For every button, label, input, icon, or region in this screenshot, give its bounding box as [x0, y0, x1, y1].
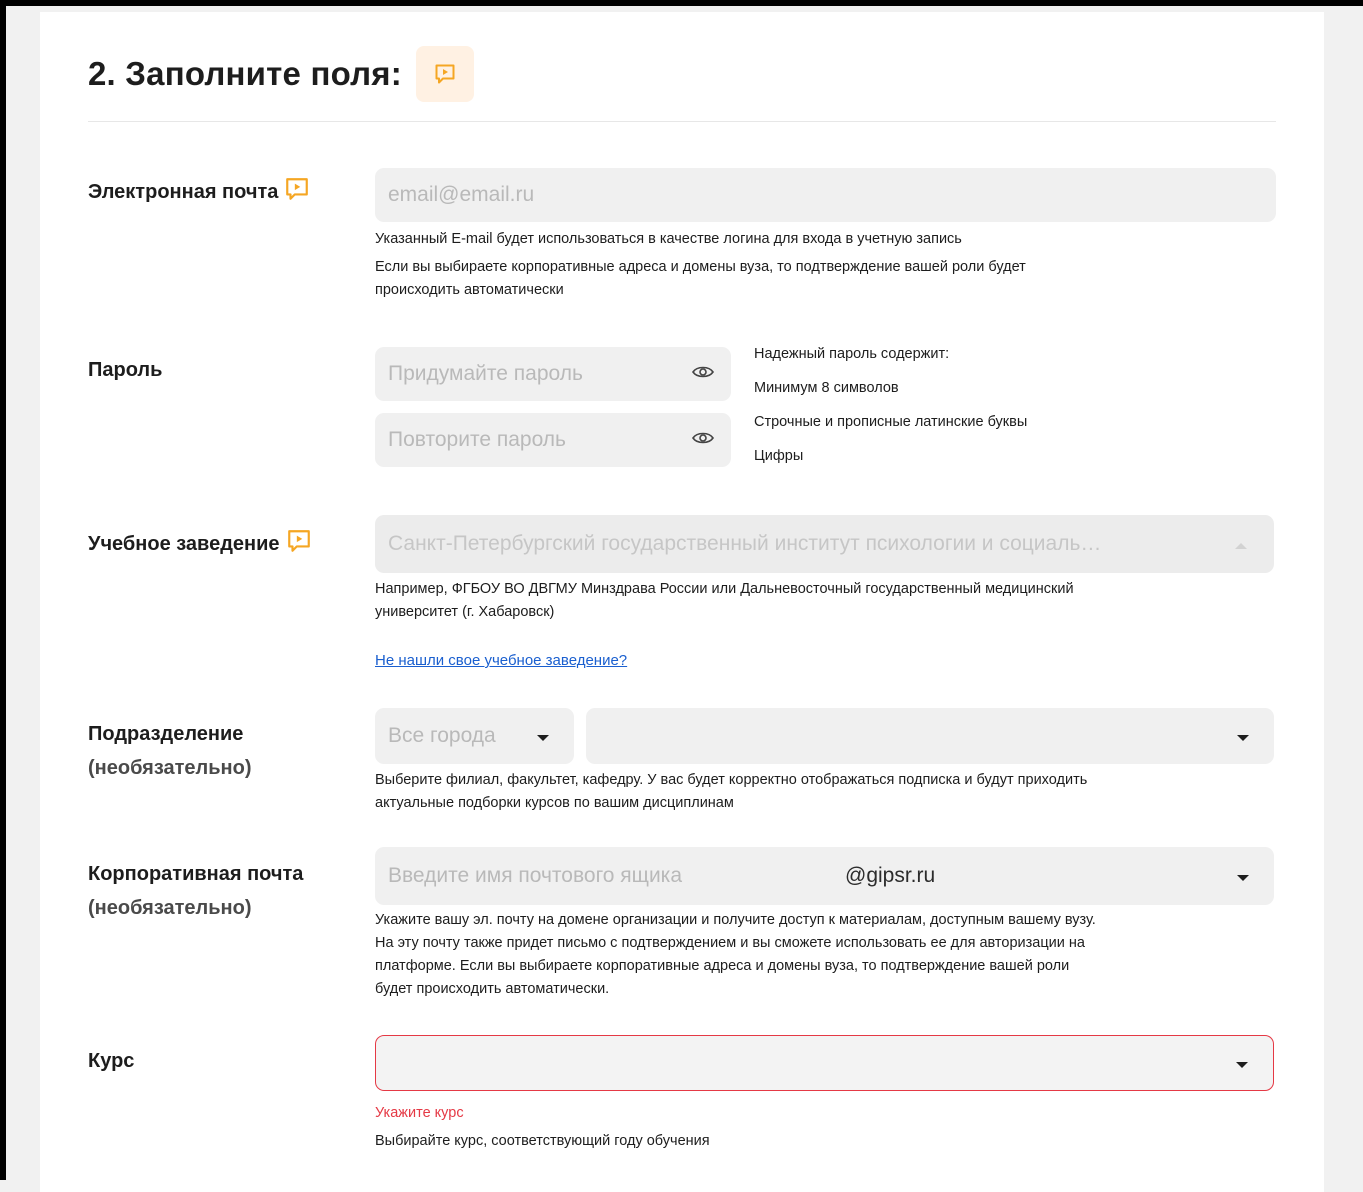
- chevron-down-icon: [1236, 724, 1250, 748]
- course-error: Укажите курс: [375, 1105, 464, 1121]
- division-label: Подразделение (необязательно): [88, 719, 252, 783]
- course-select[interactable]: [375, 1035, 1274, 1091]
- chevron-down-icon: [1235, 1051, 1249, 1075]
- email-domain-hint-1: Если вы выбираете корпоративные адреса и…: [375, 259, 1026, 275]
- corp-email-hint-3: платформе. Если вы выбираете корпоративн…: [375, 958, 1070, 974]
- institution-label: Учебное заведение: [88, 528, 312, 563]
- video-hint-icon[interactable]: [415, 46, 474, 102]
- corp-email-optional: (необязательно): [88, 897, 252, 919]
- registration-card: 2. Заполните поля: Электронная почта ema…: [40, 12, 1324, 1192]
- email-label: Электронная почта: [88, 176, 310, 211]
- chevron-down-icon: [536, 724, 550, 748]
- chevron-up-icon: [1234, 532, 1248, 556]
- password-rule: Минимум 8 символов: [754, 380, 899, 396]
- course-hint: Выбирайте курс, соответствующий году обу…: [375, 1133, 710, 1149]
- email-hint: Указанный E-mail будет использоваться в …: [375, 231, 962, 247]
- corp-email-domain-select[interactable]: @gipsr.ru: [845, 864, 935, 888]
- institution-hint-1: Например, ФГБОУ ВО ДВГМУ Минздрава Росси…: [375, 581, 1074, 597]
- corp-email-hint-2: На эту почту также придет письмо с подтв…: [375, 935, 1085, 951]
- corp-email-label: Корпоративная почта (необязательно): [88, 859, 303, 923]
- video-hint-icon[interactable]: [284, 176, 310, 211]
- password-repeat-input[interactable]: Повторите пароль: [375, 413, 731, 467]
- institution-select[interactable]: Санкт-Петербургский государственный инст…: [375, 515, 1274, 573]
- chevron-down-icon: [1236, 864, 1250, 888]
- course-label: Курс: [88, 1050, 135, 1072]
- division-optional: (необязательно): [88, 757, 252, 779]
- section-header: 2. Заполните поля:: [88, 46, 474, 102]
- institution-not-found-link[interactable]: Не нашли свое учебное заведение?: [375, 652, 627, 669]
- institution-hint-2: университет (г. Хабаровск): [375, 604, 555, 620]
- email-domain-hint-2: происходить автоматически: [375, 282, 564, 298]
- password-rule: Строчные и прописные латинские буквы: [754, 414, 1028, 430]
- division-select[interactable]: [586, 708, 1274, 764]
- section-title: 2. Заполните поля:: [88, 55, 402, 92]
- corp-email-hint-4: будет происходить автоматически.: [375, 981, 610, 997]
- password-rules-title: Надежный пароль содержит:: [754, 346, 950, 362]
- corp-email-input[interactable]: Введите имя почтового ящика @gipsr.ru: [375, 847, 1274, 905]
- password-input[interactable]: Придумайте пароль: [375, 347, 731, 401]
- password-rule: Цифры: [754, 448, 804, 464]
- eye-icon[interactable]: [691, 362, 715, 386]
- division-hint-2: актуальные подборки курсов по вашим дисц…: [375, 795, 734, 811]
- eye-icon[interactable]: [691, 428, 715, 452]
- corp-email-hint-1: Укажите вашу эл. почту на домене организ…: [375, 912, 1096, 928]
- header-divider: [88, 121, 1276, 122]
- password-label: Пароль: [88, 359, 163, 381]
- video-hint-icon[interactable]: [286, 528, 312, 563]
- city-select[interactable]: Все города: [375, 708, 574, 764]
- email-input[interactable]: email@email.ru: [375, 168, 1276, 222]
- division-hint-1: Выберите филиал, факультет, кафедру. У в…: [375, 772, 1088, 788]
